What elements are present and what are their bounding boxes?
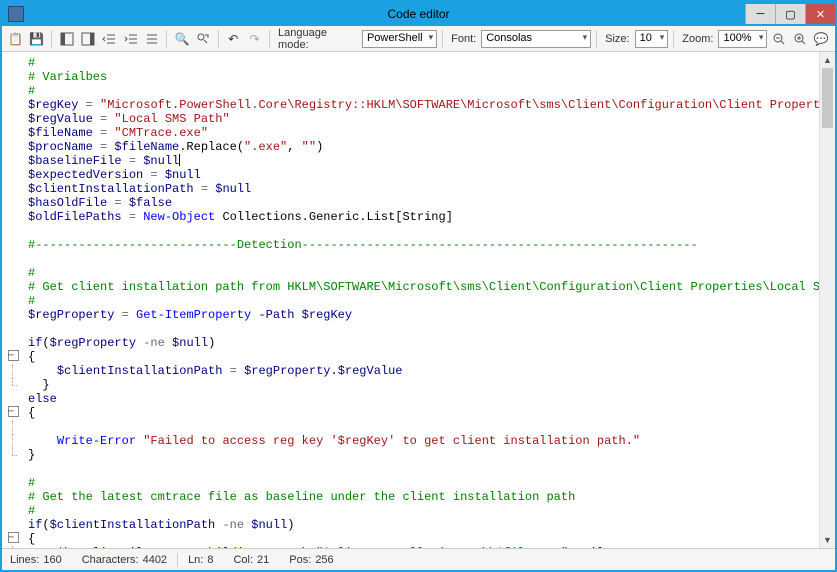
list-icon[interactable]: [142, 29, 161, 49]
chars-label: Characters:: [82, 554, 139, 566]
lines-label: Lines:: [10, 554, 39, 566]
status-bar: Lines: 160 Characters: 4402 Ln: 8 Col: 2…: [2, 548, 835, 570]
undo-icon[interactable]: ↶: [224, 29, 243, 49]
size-label: Size:: [605, 33, 629, 45]
find-icon[interactable]: 🔍: [172, 29, 191, 49]
window-controls: ─ ▢ ✕: [745, 4, 835, 24]
chars-value: 4402: [143, 554, 167, 566]
col-label: Col:: [233, 554, 253, 566]
fold-gutter: [2, 52, 24, 548]
outdent-icon[interactable]: [100, 29, 119, 49]
scroll-thumb[interactable]: [822, 68, 833, 128]
editor-area[interactable]: # # Varialbes # $regKey = "Microsoft.Pow…: [2, 52, 835, 548]
maximize-button[interactable]: ▢: [775, 4, 805, 24]
panel-left-icon[interactable]: [57, 29, 76, 49]
zoom-out-icon[interactable]: [769, 29, 788, 49]
save-icon[interactable]: 💾: [27, 29, 46, 49]
scroll-down-icon[interactable]: ▼: [820, 532, 835, 548]
col-value: 21: [257, 554, 269, 566]
pos-label: Pos:: [289, 554, 311, 566]
indent-icon[interactable]: [121, 29, 140, 49]
lang-select[interactable]: PowerShell: [362, 30, 437, 48]
zoom-select[interactable]: 100%: [718, 30, 767, 48]
close-button[interactable]: ✕: [805, 4, 835, 24]
vertical-scrollbar[interactable]: ▲ ▼: [819, 52, 835, 548]
title-bar: Code editor ─ ▢ ✕: [2, 2, 835, 26]
size-select[interactable]: 10: [635, 30, 669, 48]
open-icon[interactable]: 📋: [6, 29, 25, 49]
code-content[interactable]: # # Varialbes # $regKey = "Microsoft.Pow…: [24, 52, 819, 548]
ln-label: Ln:: [188, 554, 203, 566]
zoom-in-icon[interactable]: [791, 29, 810, 49]
redo-icon[interactable]: ↷: [245, 29, 264, 49]
pos-value: 256: [315, 554, 333, 566]
ln-value: 8: [207, 554, 213, 566]
app-icon: [8, 6, 24, 22]
minimize-button[interactable]: ─: [745, 4, 775, 24]
font-select[interactable]: Consolas: [481, 30, 591, 48]
lines-value: 160: [43, 554, 61, 566]
font-label: Font:: [451, 33, 476, 45]
lang-label: Language mode:: [278, 27, 357, 51]
window-title: Code editor: [387, 7, 449, 21]
toolbar: 📋 💾 🔍 ↶ ↷ Language mode: PowerShell Font…: [2, 26, 835, 52]
caret: [179, 154, 180, 166]
zoom-label: Zoom:: [682, 33, 713, 45]
replace-icon[interactable]: [194, 29, 213, 49]
comment-icon[interactable]: 💬: [812, 29, 831, 49]
panel-right-icon[interactable]: [79, 29, 98, 49]
scroll-up-icon[interactable]: ▲: [820, 52, 835, 68]
